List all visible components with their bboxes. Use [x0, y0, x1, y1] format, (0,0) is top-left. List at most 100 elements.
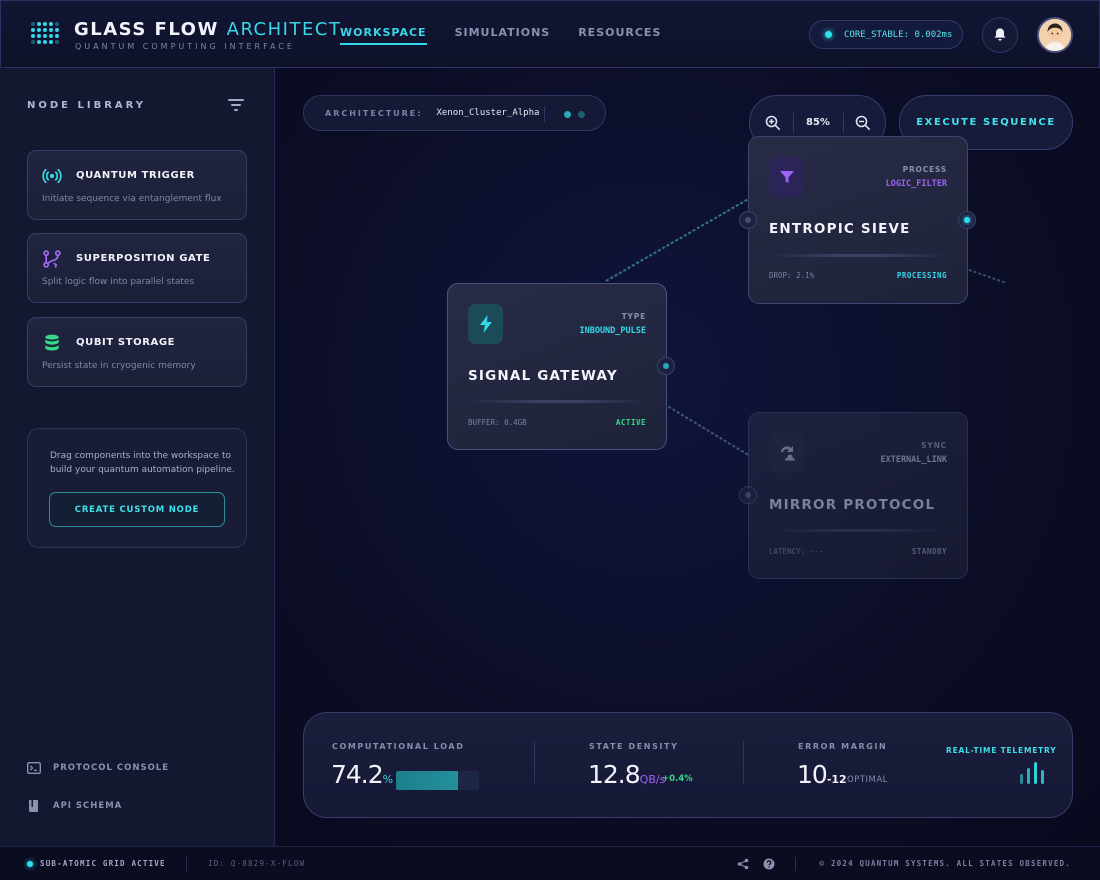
library-node-description: Initiate sequence via entanglement flux [42, 194, 222, 204]
node-progress-bar [769, 529, 949, 532]
grid-status-text: SUB-ATOMIC GRID ACTIVE [40, 859, 166, 868]
error-status: OPTIMAL [847, 775, 888, 785]
architecture-selector[interactable]: ARCHITECTURE: Xenon_Cluster_Alpha [303, 95, 606, 131]
book-icon [29, 800, 38, 812]
footer-divider [795, 857, 796, 871]
core-status-text: CORE_STABLE: 0.002ms [844, 29, 953, 40]
load-number: 74.2 [331, 760, 384, 789]
architecture-divider [544, 106, 545, 122]
branch-icon [43, 250, 61, 268]
library-node-quantum-trigger[interactable]: QUANTUM TRIGGER Initiate sequence via en… [27, 150, 247, 220]
library-node-description: Split logic flow into parallel states [42, 277, 195, 287]
status-dot-icon [825, 31, 832, 38]
nav-workspace[interactable]: WORKSPACE [340, 26, 427, 45]
node-title: SIGNAL GATEWAY [468, 368, 618, 384]
computational-load-value: 74.2% [331, 760, 393, 789]
status-dot-icon [564, 111, 571, 118]
density-delta: +0.4% [662, 774, 693, 784]
error-base: 10 [797, 760, 828, 789]
architecture-value: Xenon_Cluster_Alpha [436, 108, 540, 118]
api-schema-link[interactable]: API SCHEMA [27, 799, 122, 813]
share-icon[interactable] [737, 858, 749, 870]
node-type-value: EXTERNAL_LINK [880, 455, 947, 465]
node-type-value: LOGIC_FILTER [885, 179, 947, 189]
node-library-sidebar: NODE LIBRARY QUANTUM TRIGGER Initiate se… [0, 68, 275, 846]
zoom-in-icon[interactable] [764, 114, 782, 132]
node-stat: DROP: 2.1% [769, 271, 815, 280]
telemetry-panel: COMPUTATIONAL LOAD 74.2% STATE DENSITY 1… [303, 712, 1073, 818]
mirror-input-port[interactable] [739, 486, 757, 504]
error-margin-label: ERROR MARGIN [798, 742, 888, 751]
computational-load-label: COMPUTATIONAL LOAD [332, 742, 465, 751]
flow-node-entropic-sieve[interactable]: PROCESS LOGIC_FILTER ENTROPIC SIEVE DROP… [748, 136, 968, 304]
workspace-hint-text: Drag components into the workspace to bu… [50, 451, 235, 475]
create-custom-node-button[interactable]: CREATE CUSTOM NODE [49, 492, 225, 527]
load-progress-fill [396, 771, 458, 790]
node-stat: LATENCY: --- [769, 547, 824, 556]
telemetry-divider [534, 741, 535, 783]
state-density-label: STATE DENSITY [589, 742, 679, 751]
library-node-qubit-storage[interactable]: QUBIT STORAGE Persist state in cryogenic… [27, 317, 247, 387]
zoom-level: 85% [806, 117, 830, 128]
node-state: ACTIVE [615, 418, 646, 427]
library-node-description: Persist state in cryogenic memory [42, 361, 196, 371]
library-node-name: QUANTUM TRIGGER [76, 170, 195, 181]
node-type-badge [468, 304, 503, 344]
signal-output-port[interactable] [657, 357, 675, 375]
main-nav: WORKSPACE SIMULATIONS RESOURCES [340, 26, 689, 45]
flow-node-signal-gateway[interactable]: TYPE INBOUND_PULSE SIGNAL GATEWAY BUFFER… [447, 283, 667, 450]
bell-icon [994, 28, 1006, 41]
zoom-out-icon[interactable] [854, 114, 872, 132]
protocol-console-label: PROTOCOL CONSOLE [53, 763, 170, 773]
lightning-icon [479, 315, 492, 333]
broadcast-icon [42, 168, 62, 184]
node-type-badge [769, 433, 804, 473]
status-dot-icon [578, 111, 585, 118]
logo-icon [31, 19, 59, 47]
sync-icon [780, 446, 795, 461]
error-margin-value: 10-12 [797, 760, 847, 789]
sieve-input-port[interactable] [739, 211, 757, 229]
library-node-name: QUBIT STORAGE [76, 337, 176, 348]
zoom-divider [793, 113, 794, 133]
user-avatar[interactable] [1037, 17, 1073, 53]
filter-icon [779, 171, 794, 183]
nav-simulations[interactable]: SIMULATIONS [455, 26, 551, 45]
telemetry-divider [743, 741, 744, 783]
architecture-label: ARCHITECTURE: [325, 108, 423, 118]
avatar-portrait-icon [1039, 19, 1071, 51]
connection-signal-to-sieve [605, 197, 751, 282]
sieve-output-port[interactable] [958, 211, 976, 229]
node-progress-bar [468, 400, 648, 403]
realtime-activity-icon [1020, 762, 1044, 784]
brand-accent: ARCHITECT [226, 19, 342, 40]
error-exponent: -12 [826, 773, 847, 786]
terminal-icon [27, 762, 41, 774]
node-type-key: PROCESS [902, 165, 947, 174]
library-node-name: SUPERPOSITION GATE [76, 253, 211, 264]
copyright-text: © 2024 QUANTUM SYSTEMS. ALL STATES OBSER… [819, 859, 1071, 868]
workspace-canvas[interactable]: ARCHITECTURE: Xenon_Cluster_Alpha 85% EX… [276, 68, 1100, 846]
footer-divider [186, 857, 187, 871]
realtime-telemetry-label: REAL-TIME TELEMETRY [946, 746, 1057, 755]
load-unit: % [382, 773, 394, 786]
node-title: MIRROR PROTOCOL [769, 497, 936, 513]
core-status-badge: CORE_STABLE: 0.002ms [809, 20, 963, 49]
node-progress-bar [769, 254, 949, 257]
database-icon [45, 334, 59, 351]
brand-subtitle: QUANTUM COMPUTING INTERFACE [75, 42, 295, 51]
app-header: GLASS FLOW ARCHITECT QUANTUM COMPUTING I… [0, 0, 1100, 68]
help-icon[interactable] [763, 858, 775, 870]
node-type-value: INBOUND_PULSE [579, 326, 646, 336]
protocol-console-link[interactable]: PROTOCOL CONSOLE [27, 762, 169, 774]
api-schema-label: API SCHEMA [53, 801, 123, 811]
notifications-button[interactable] [982, 17, 1018, 53]
flow-node-mirror-protocol[interactable]: SYNC EXTERNAL_LINK MIRROR PROTOCOL LATEN… [748, 412, 968, 579]
filter-list-icon[interactable] [228, 99, 244, 111]
node-stat: BUFFER: 0.4GB [468, 418, 527, 427]
node-state: STANDBY [911, 547, 947, 556]
library-node-superposition-gate[interactable]: SUPERPOSITION GATE Split logic flow into… [27, 233, 247, 303]
density-number: 12.8 [588, 760, 641, 789]
node-library-title: NODE LIBRARY [27, 100, 147, 111]
nav-resources[interactable]: RESOURCES [578, 26, 661, 45]
